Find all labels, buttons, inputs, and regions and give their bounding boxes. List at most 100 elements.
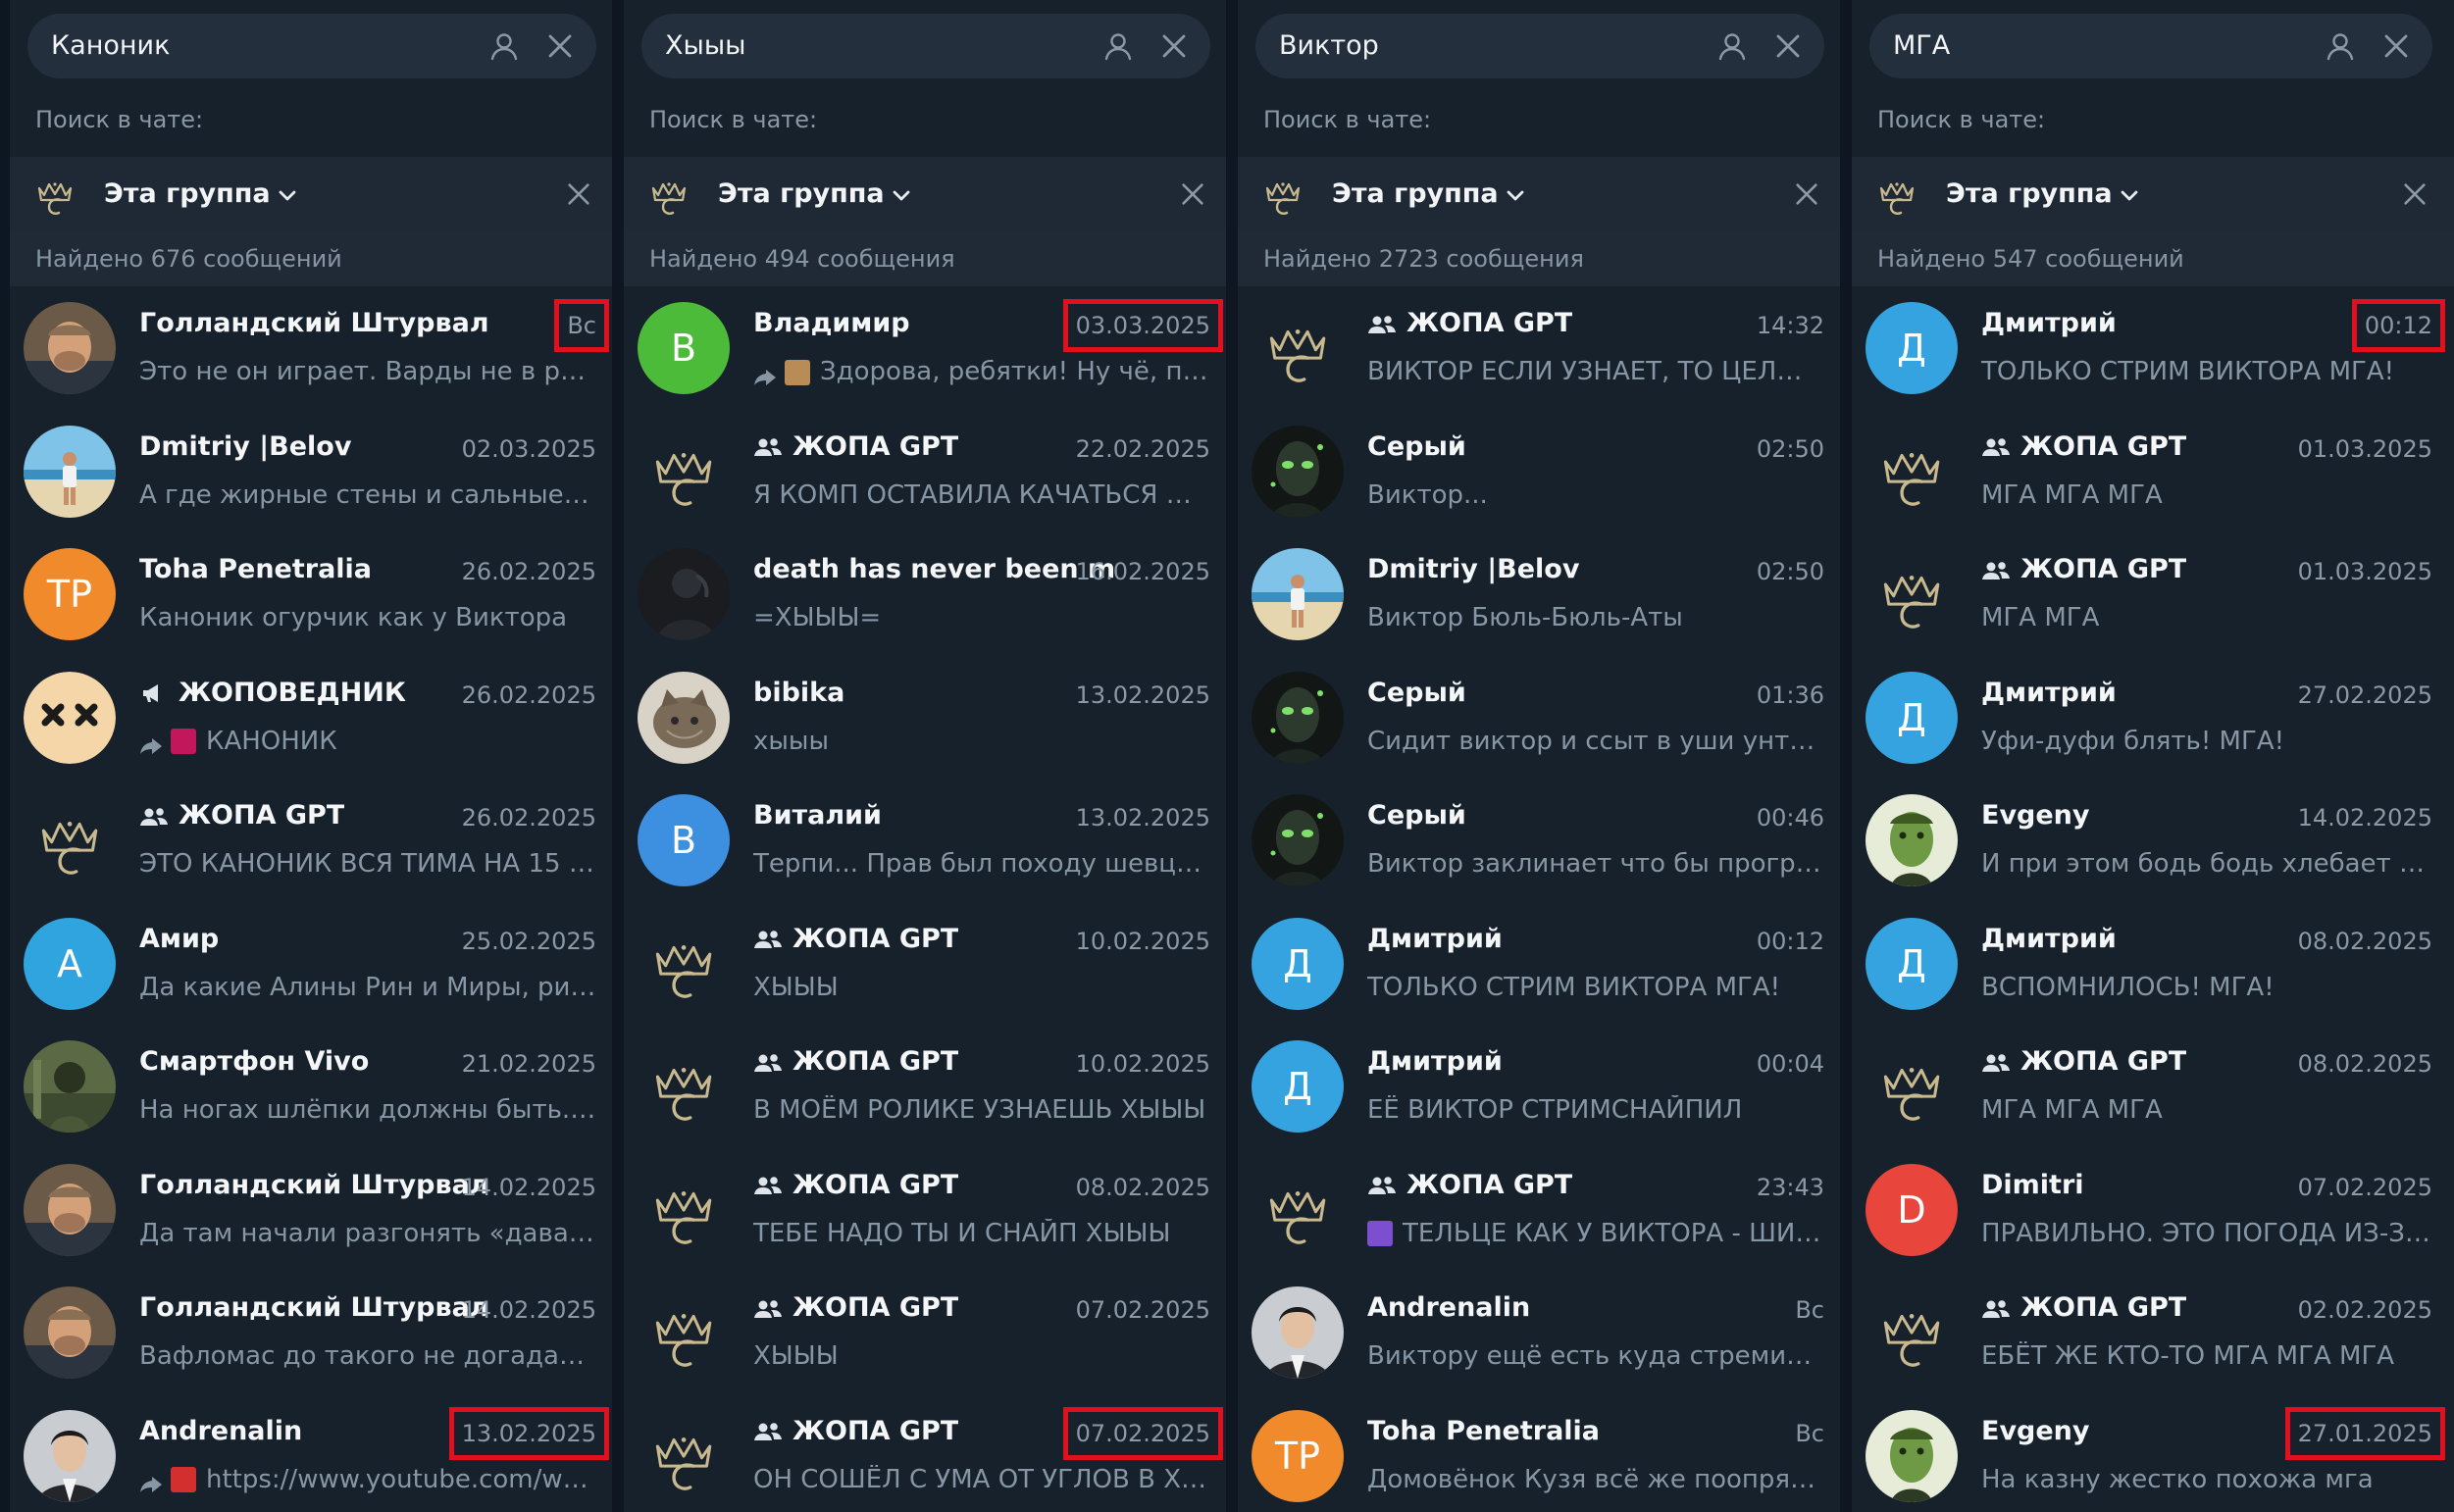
message-preview: ЕЁ ВИКТОР СТРИМСНАЙПИЛ [1367,1095,1743,1125]
message-preview: ПРАВИЛЬНО. ЭТО ПОГОДА ИЗ-ЗА ... [1981,1218,2432,1248]
result-row[interactable]: ЖОПА GPT 08.02.2025 МГА МГА МГА [1852,1025,2454,1148]
clear-search-icon[interactable] [545,31,575,61]
message-date: 08.02.2025 [2297,927,2432,955]
result-row[interactable]: Evgeny 14.02.2025 И при этом бодь бодь хле… [1852,779,2454,902]
result-row[interactable]: Д Дмитрий 00:04 ЕЁ ВИКТОР СТРИМСНАЙПИЛ [1238,1025,1846,1148]
result-row[interactable]: Д Дмитрий 08.02.2025 ВСПОМНИЛОСЬ! МГА! [1852,902,2454,1026]
result-row[interactable]: ЖОПА GPT 14:32 ВИКТОР ЕСЛИ УЗНАЕТ, ТО ЦЕЛЫ… [1238,286,1846,410]
scope-label[interactable]: Эта группа [104,157,271,231]
result-row[interactable]: ЖОПА GPT 01.03.2025 МГА МГА МГА [1852,410,2454,533]
result-row[interactable]: Смартфон Vivo 21.02.2025 На ногах шлёпки д… [10,1025,618,1148]
group-icon [1981,558,2011,580]
chevron-down-icon[interactable] [2119,184,2140,206]
message-preview: ЭТО КАНОНИК ВСЯ ТИМА НА 15 СО... [139,849,596,879]
search-query[interactable]: Виктор [1279,14,1379,78]
search-query[interactable]: Каноник [51,14,170,78]
scope-selector[interactable]: Эта группа [624,157,1232,231]
result-row[interactable]: Серый 00:46 Виктор заклинает что бы програ… [1238,779,1846,902]
result-row[interactable]: Голландский Штурвал 14.02.2025 Да там нача… [10,1148,618,1272]
result-row[interactable]: Andrenalin 13.02.2025 https://www.youtube.… [10,1394,618,1512]
scope-selector[interactable]: Эта группа [1238,157,1846,231]
avatar-letter: TP [46,573,93,616]
result-row[interactable]: Серый 01:36 Сидит виктор и ссыт в уши унту… [1238,656,1846,780]
clear-search-icon[interactable] [1773,31,1803,61]
result-row[interactable]: ЖОПОВЕДНИК 26.02.2025 КАНОНИК [10,656,618,780]
message-preview: Терпи... Прав был походу шевцов: ... [753,849,1210,879]
results-count: Найдено 676 сообщений [35,245,342,273]
scope-selector[interactable]: Эта группа [1852,157,2454,231]
result-row[interactable]: В Виталий 13.02.2025 Терпи... Прав был похо… [624,779,1232,902]
result-row[interactable]: bibika 13.02.2025 хыыы [624,656,1232,780]
result-row[interactable]: Д Дмитрий 00:12 ТОЛЬКО СТРИМ ВИКТОРА МГА! [1238,902,1846,1026]
result-row[interactable]: Голландский Штурвал 14.02.2025 Вафломас до… [10,1271,618,1394]
result-row[interactable]: ЖОПА GPT 26.02.2025 ЭТО КАНОНИК ВСЯ ТИМА Н… [10,779,618,902]
result-row[interactable]: TP Toha Penetralia Вс Домовёнок Кузя всё же… [1238,1394,1846,1512]
close-scope-icon[interactable] [1179,180,1206,208]
user-icon[interactable] [488,30,520,62]
clear-search-icon[interactable] [1159,31,1189,61]
result-row[interactable]: ЖОПА GPT 10.02.2025 В МОЁМ РОЛИКЕ УЗНАЕШЬ … [624,1025,1232,1148]
close-scope-icon[interactable] [1793,180,1820,208]
result-row[interactable]: Серый 02:50 Виктор... [1238,410,1846,533]
message-preview: =ХЫЫЫ= [753,603,882,632]
result-row[interactable]: Dmitriy |Belov 02.03.2025 А где жирные сте… [10,410,618,533]
forward-icon [139,1471,163,1492]
message-date: 14.02.2025 [461,1173,596,1201]
user-icon[interactable] [2325,30,2356,62]
result-row[interactable]: ЖОПА GPT 10.02.2025 ХЫЫЫ [624,902,1232,1026]
search-field[interactable]: Хыыы [641,14,1210,78]
chevron-down-icon[interactable] [1505,184,1526,206]
chevron-down-icon[interactable] [891,184,912,206]
user-icon[interactable] [1102,30,1134,62]
search-field[interactable]: Виктор [1255,14,1824,78]
message-preview: Да там начали разгонять «давайте ... [139,1218,596,1248]
avatar [638,917,730,1010]
sender-name: Andrenalin [139,1415,303,1446]
result-row[interactable]: А Амир 25.02.2025 Да какие Алины Рин и Миры… [10,902,618,1026]
scope-label[interactable]: Эта группа [718,157,885,231]
result-row[interactable]: Д Дмитрий 00:12 ТОЛЬКО СТРИМ ВИКТОРА МГА! [1852,286,2454,410]
sender-name: Dimitri [1981,1169,2084,1200]
result-row[interactable]: Голландский Штурвал Вс Это не он играет. В… [10,286,618,410]
column-divider [1226,0,1232,1512]
sender-name: Владимир [753,308,910,338]
message-date: 26.02.2025 [461,680,596,709]
clear-search-icon[interactable] [2381,31,2411,61]
result-row[interactable]: ЖОПА GPT 08.02.2025 ТЕБЕ НАДО ТЫ И СНАЙП Х… [624,1148,1232,1272]
search-query[interactable]: МГА [1893,14,1950,78]
result-row[interactable]: death has never been m... 16.02.2025 =ХЫЫЫ… [624,532,1232,656]
search-field[interactable]: Каноник [27,14,596,78]
result-row[interactable]: ЖОПА GPT 02.02.2025 ЕБЁТ ЖЕ КТО-ТО МГА МГА… [1852,1271,2454,1394]
result-row[interactable]: ЖОПА GPT 07.02.2025 ХЫЫЫ [624,1271,1232,1394]
result-row[interactable]: Evgeny 27.01.2025 На казну жестко похожа м… [1852,1394,2454,1512]
result-row[interactable]: В Владимир 03.03.2025 Здорова, ребятки! Ну … [624,286,1232,410]
message-preview: МГА МГА [1981,603,2100,632]
scope-selector[interactable]: Эта группа [10,157,618,231]
close-scope-icon[interactable] [565,180,592,208]
result-row[interactable]: Dmitriy |Belov 02:50 Виктор Бюль-Бюль-Аты [1238,532,1846,656]
scope-label[interactable]: Эта группа [1946,157,2113,231]
result-row[interactable]: Andrenalin Вс Виктору ещё есть куда стреми… [1238,1271,1846,1394]
message-preview: МГА МГА МГА [1981,1095,2163,1125]
result-row[interactable]: Д Дмитрий 27.02.2025 Уфи-дуфи блять! МГА! [1852,656,2454,780]
search-query[interactable]: Хыыы [665,14,745,78]
results-list: ЖОПА GPT 14:32 ВИКТОР ЕСЛИ УЗНАЕТ, ТО ЦЕЛЫ… [1238,286,1846,1512]
message-preview: И при этом бодь бодь хлебает из о... [1981,849,2432,879]
result-row[interactable]: ЖОПА GPT 01.03.2025 МГА МГА [1852,532,2454,656]
result-row[interactable]: TP Toha Penetralia 26.02.2025 Каноник огурч… [10,532,618,656]
search-field[interactable]: МГА [1869,14,2432,78]
chevron-down-icon[interactable] [277,184,298,206]
result-row[interactable]: ЖОПА GPT 07.02.2025 ОН СОШЁЛ С УМА ОТ УГЛО… [624,1394,1232,1512]
scope-label[interactable]: Эта группа [1332,157,1499,231]
message-preview: ВСПОМНИЛОСЬ! МГА! [1981,972,2275,1002]
message-date: 26.02.2025 [461,804,596,832]
forward-icon [753,364,777,385]
result-row[interactable]: D Dimitri 07.02.2025 ПРАВИЛЬНО. ЭТО ПОГОДА … [1852,1148,2454,1272]
result-row[interactable]: ЖОПА GPT 23:43 ТЕЛЬЦЕ КАК У ВИКТОРА - ШИР.… [1238,1148,1846,1272]
avatar-letter: Д [1283,1065,1312,1108]
avatar-letter: TP [1274,1434,1321,1478]
close-scope-icon[interactable] [2401,180,2428,208]
sender-name: ЖОПА GPT [1981,554,2186,584]
user-icon[interactable] [1716,30,1748,62]
result-row[interactable]: ЖОПА GPT 22.02.2025 Я КОМП ОСТАВИЛА КАЧАТЬ… [624,410,1232,533]
